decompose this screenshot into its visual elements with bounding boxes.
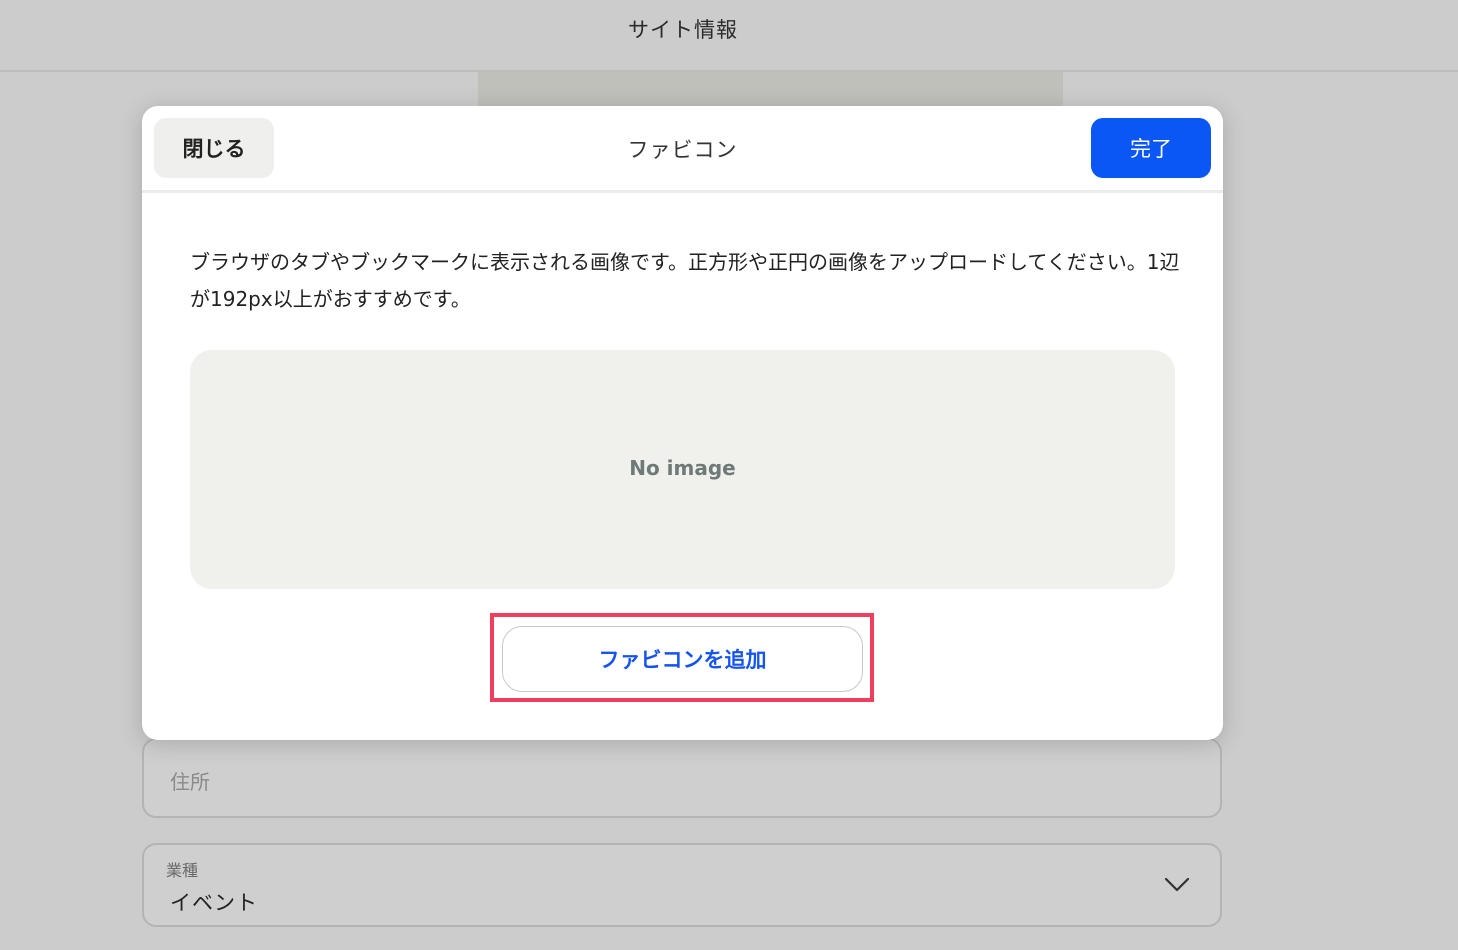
dialog-header: 閉じる ファビコン 完了 [142, 106, 1223, 193]
industry-value: イベント [170, 891, 258, 915]
add-favicon-button[interactable]: ファビコンを追加 [502, 626, 863, 692]
chevron-down-icon [1164, 877, 1190, 892]
done-button[interactable]: 完了 [1091, 118, 1211, 178]
top-bar: サイト情報 [0, 0, 1458, 72]
industry-label: 業種 [166, 861, 199, 880]
no-image-placeholder: No image [629, 456, 736, 480]
address-field[interactable]: 住所 [142, 738, 1222, 818]
dialog-description: ブラウザのタブやブックマークに表示される画像です。正方形や正円の画像をアップロー… [190, 250, 1180, 311]
favicon-preview: No image [190, 350, 1175, 589]
industry-select[interactable]: 業種 イベント [142, 843, 1222, 927]
dialog-title: ファビコン [627, 138, 738, 162]
favicon-dialog: 閉じる ファビコン 完了 ブラウザのタブやブックマークに表示される画像です。正方… [142, 106, 1223, 740]
page-title: サイト情報 [628, 18, 738, 42]
address-placeholder: 住所 [170, 770, 210, 794]
